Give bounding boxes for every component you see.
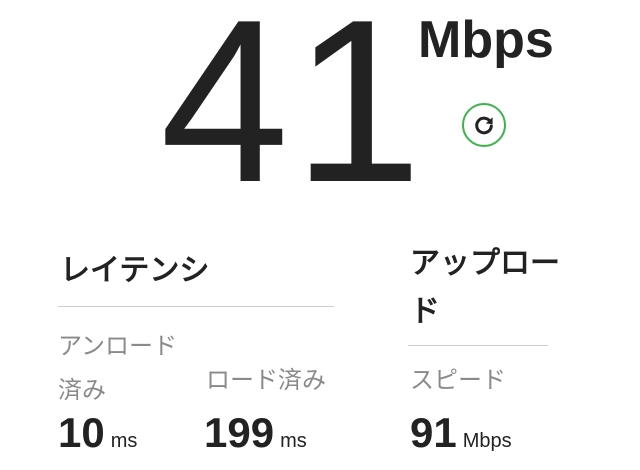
latency-title: レイテンシ: [60, 253, 210, 288]
refresh-button[interactable]: [457, 103, 511, 147]
download-speed-unit: Mbps: [418, 11, 554, 69]
upload-speed-label: スピード: [410, 366, 506, 394]
speed-test-result: 41 Mbps レイテンシ アンロード済み 10 ms ロード済み 199 ms ア…: [0, 0, 640, 470]
upload-divider: [408, 345, 548, 346]
latency-divider: [58, 306, 334, 307]
unloaded-latency-unit: ms: [110, 430, 138, 452]
upload-title: アップロード: [410, 246, 560, 329]
download-speed-value: 41: [160, 0, 427, 231]
upload-speed-unit: Mbps: [462, 430, 512, 452]
refresh-ring: [462, 103, 506, 147]
upload-speed-metric: 91 Mbps: [410, 412, 512, 454]
unloaded-latency-value: 10: [58, 409, 105, 456]
loaded-latency-metric: 199 ms: [204, 412, 307, 454]
unloaded-latency-metric: 10 ms: [58, 412, 137, 454]
upload-speed-value: 91: [410, 409, 457, 456]
loaded-latency-value: 199: [204, 409, 275, 456]
unloaded-latency-label: アンロード済み: [58, 332, 178, 404]
loaded-latency-label: ロード済み: [206, 366, 326, 394]
refresh-icon: [475, 116, 493, 135]
loaded-latency-unit: ms: [280, 430, 307, 452]
